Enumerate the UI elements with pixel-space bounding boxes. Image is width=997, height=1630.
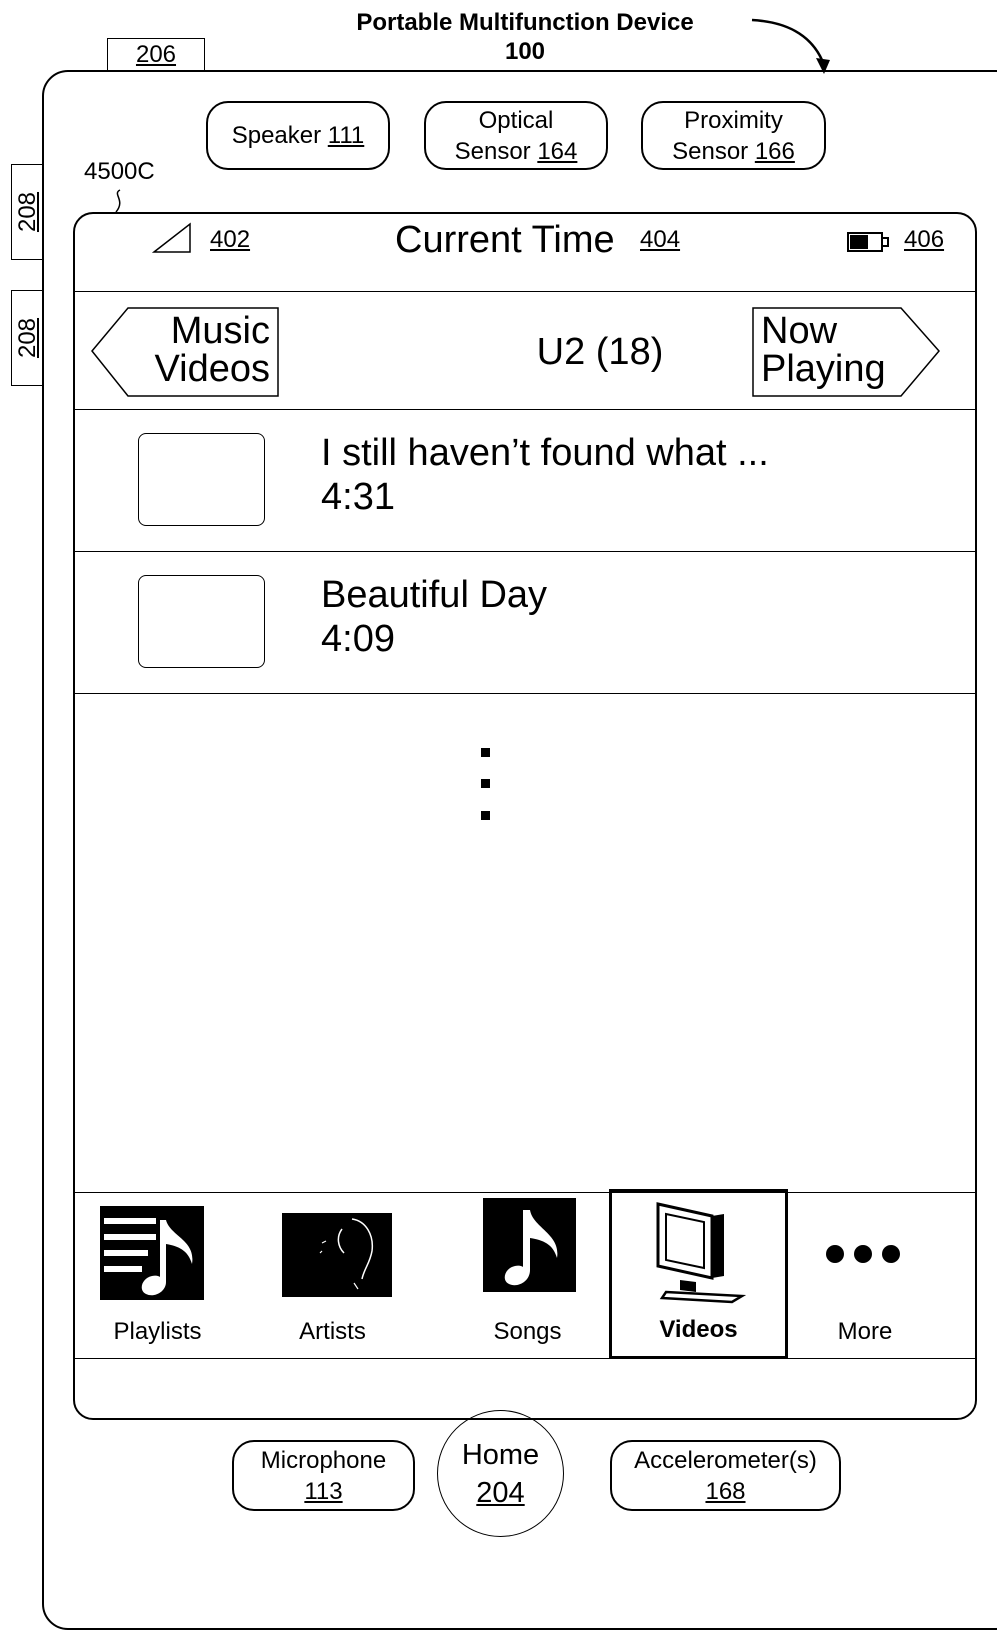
back-button-label-1: Music	[170, 310, 270, 352]
now-playing-label-1: Now	[761, 310, 838, 352]
video-duration: 4:09	[321, 618, 395, 660]
top-button-ref: 206	[135, 41, 177, 68]
tabbar-bottom-divider	[75, 1358, 975, 1359]
figure-title: Portable Multifunction Device 100	[300, 8, 750, 66]
continuation-dot	[481, 748, 490, 757]
speaker-ref: 111	[327, 122, 365, 149]
video-thumbnail	[138, 433, 265, 526]
video-duration: 4:31	[321, 476, 395, 518]
speaker-box: Speaker 111	[206, 101, 390, 170]
tab-videos[interactable]: Videos	[609, 1189, 788, 1359]
back-button-music-videos[interactable]: Music Videos	[90, 306, 280, 398]
now-playing-button[interactable]: Now Playing	[751, 306, 941, 398]
screen-ref-leader	[115, 189, 121, 213]
list-item[interactable]: I still haven’t found what ... 4:31	[75, 410, 975, 551]
figure-title-ref: 100	[504, 38, 546, 65]
speaker-label: Speaker	[231, 122, 322, 149]
nav-title: U2 (18)	[536, 331, 664, 373]
tab-artists[interactable]: Artists	[270, 1202, 395, 1352]
tab-videos-label: Videos	[659, 1316, 738, 1343]
signal-icon	[152, 222, 191, 253]
current-time: Current Time	[395, 219, 615, 261]
figure-title-text: Portable Multifunction Device	[356, 9, 694, 36]
optical-label: Optical	[478, 106, 554, 134]
home-button[interactable]: Home 204	[437, 1410, 564, 1537]
tab-artists-label: Artists	[299, 1318, 366, 1345]
microphone-ref: 113	[304, 1477, 343, 1505]
playlists-icon	[100, 1206, 204, 1300]
proximity-label-2: Sensor	[672, 137, 749, 165]
songs-icon	[483, 1198, 576, 1292]
videos-icon	[656, 1202, 747, 1304]
tabbar-top-divider	[75, 1192, 975, 1193]
microphone-label: Microphone	[260, 1446, 387, 1474]
artists-icon	[282, 1213, 392, 1297]
battery-icon	[847, 232, 889, 252]
time-ref: 404	[640, 226, 681, 253]
proximity-label: Proximity	[684, 106, 783, 134]
proximity-ref: 166	[754, 137, 795, 165]
proximity-sensor-box: Proximity Sensor 166	[641, 101, 826, 170]
battery-ref: 406	[904, 226, 945, 253]
home-label: Home	[461, 1438, 540, 1471]
row-divider	[75, 693, 975, 694]
tab-playlists-label: Playlists	[113, 1318, 202, 1345]
screen-ref-label: 4500C	[84, 158, 155, 185]
video-thumbnail	[138, 575, 265, 668]
volume-button-ref-2: 208	[14, 317, 41, 359]
home-ref: 204	[476, 1476, 525, 1509]
tab-playlists[interactable]: Playlists	[95, 1202, 220, 1352]
back-button-label-2: Videos	[154, 348, 270, 390]
optical-label-2: Sensor	[454, 137, 531, 165]
tab-more-label: More	[837, 1318, 893, 1345]
accelerometer-label: Accelerometer(s)	[634, 1446, 817, 1474]
accelerometer-box: Accelerometer(s) 168	[610, 1440, 841, 1511]
top-button-tab[interactable]: 206	[107, 38, 205, 71]
volume-button-tab[interactable]: 208	[11, 164, 44, 260]
optical-sensor-box: Optical Sensor 164	[424, 101, 608, 170]
continuation-dot	[481, 779, 490, 788]
signal-ref: 402	[210, 226, 251, 253]
volume-button-tab-2[interactable]: 208	[11, 290, 44, 386]
video-title: Beautiful Day	[321, 574, 548, 616]
tab-songs-label: Songs	[493, 1318, 562, 1345]
now-playing-label-2: Playing	[761, 348, 886, 390]
list-item[interactable]: Beautiful Day 4:09	[75, 552, 975, 693]
pointer-arrow	[751, 18, 830, 74]
status-divider	[75, 291, 975, 292]
optical-ref: 164	[537, 137, 578, 165]
accelerometer-ref: 168	[705, 1477, 746, 1505]
continuation-dot	[481, 811, 490, 820]
touch-screen: 402 Current Time 404 406 Music Videos U2…	[73, 212, 977, 1420]
video-title: I still haven’t found what ...	[321, 432, 769, 474]
microphone-box: Microphone 113	[232, 1440, 415, 1511]
tab-songs[interactable]: Songs	[465, 1194, 590, 1352]
tab-more[interactable]: More	[805, 1202, 925, 1352]
more-icon	[826, 1245, 900, 1263]
volume-button-ref: 208	[14, 191, 41, 233]
